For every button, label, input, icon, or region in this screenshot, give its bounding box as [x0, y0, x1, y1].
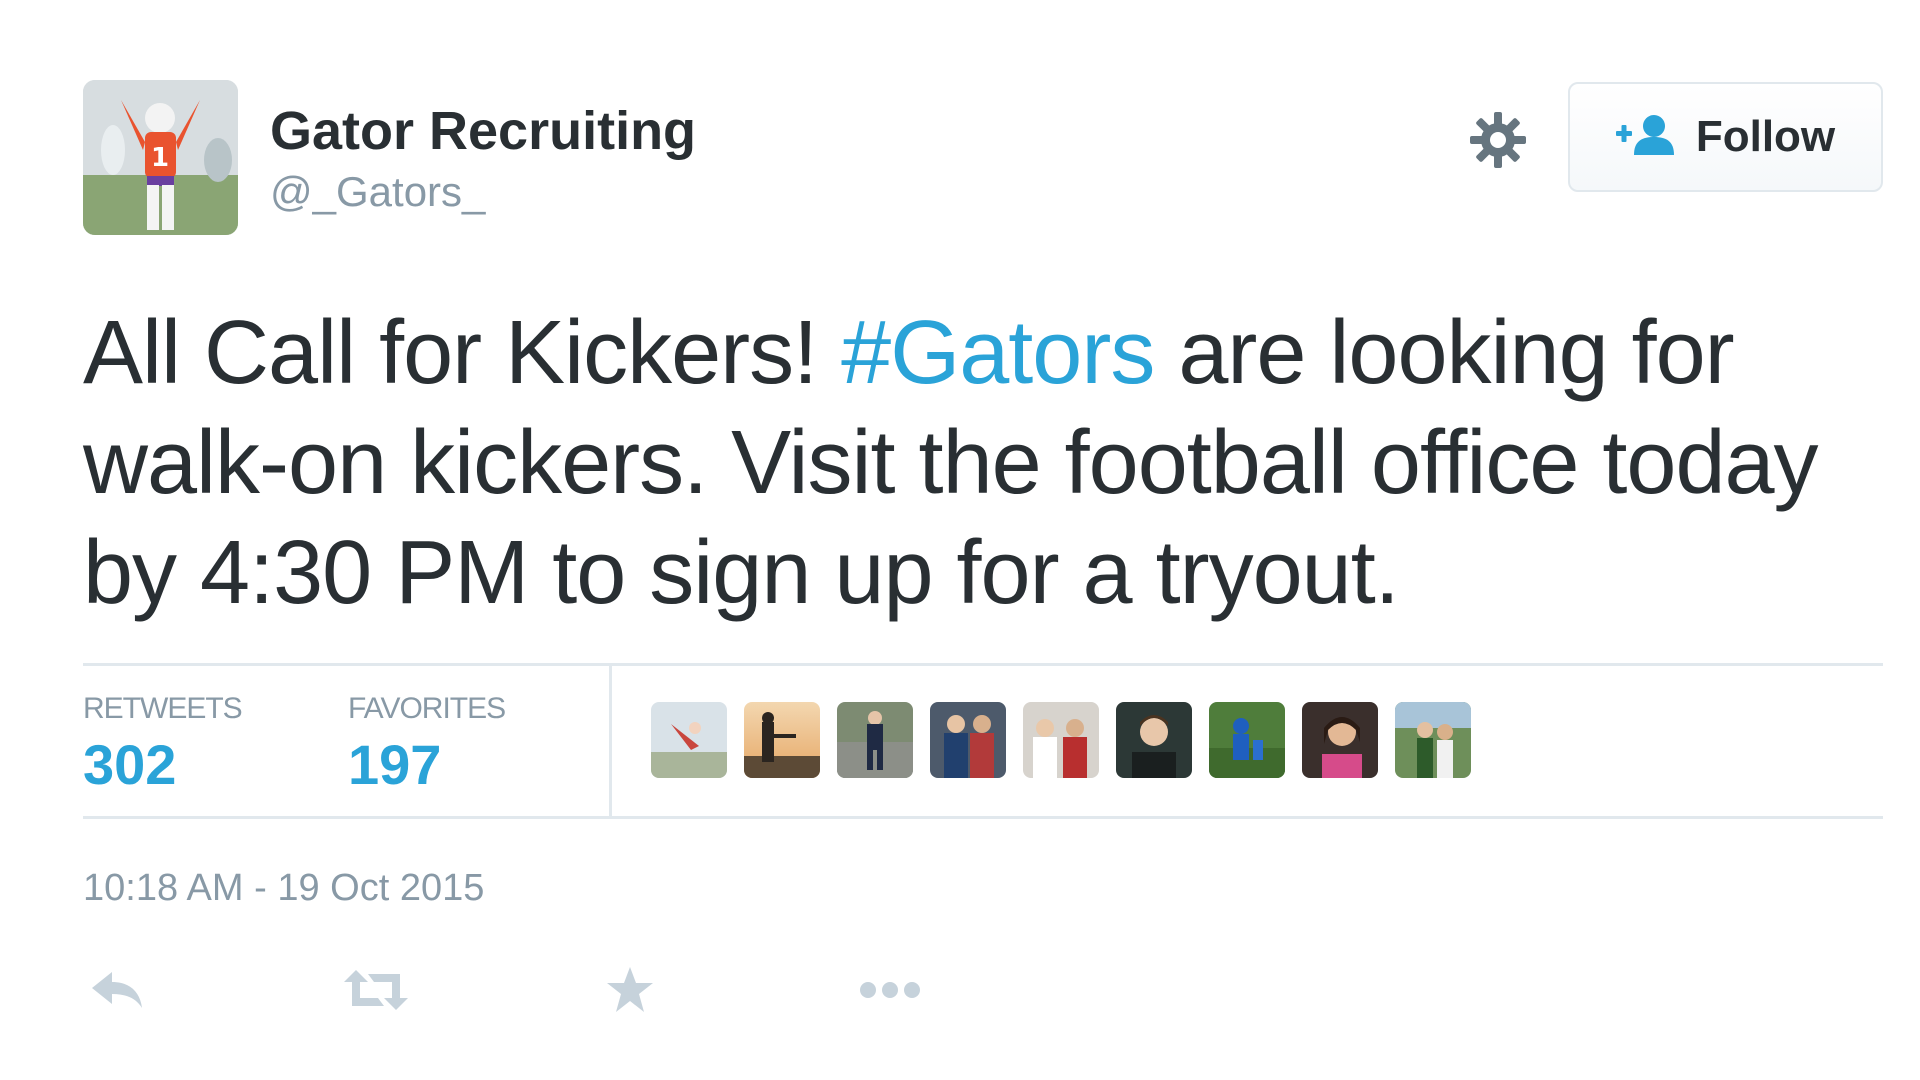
tweet-card: 1 Gator Recruiting @_Gators_ Follow All …: [83, 80, 1883, 1030]
gear-icon[interactable]: [1466, 108, 1530, 172]
favoriter-avatar[interactable]: [1302, 702, 1378, 778]
hashtag-link[interactable]: #Gators: [841, 303, 1155, 403]
more-icon[interactable]: [855, 960, 925, 1020]
favoriter-avatar[interactable]: [1395, 702, 1471, 778]
favorite-icon[interactable]: [595, 960, 665, 1020]
retweets-stat[interactable]: RETWEETS 302: [83, 692, 243, 797]
favoriter-avatar[interactable]: [1209, 702, 1285, 778]
favoriter-avatar[interactable]: [651, 702, 727, 778]
favoriter-avatar[interactable]: [1116, 702, 1192, 778]
favoriter-avatar[interactable]: [837, 702, 913, 778]
tweet-header: 1 Gator Recruiting @_Gators_ Follow: [83, 80, 1883, 238]
retweet-icon[interactable]: [341, 960, 411, 1020]
follow-button[interactable]: Follow: [1568, 82, 1883, 192]
tweet-text: All Call for Kickers! #Gators are lookin…: [83, 298, 1883, 628]
favoriter-avatar[interactable]: [930, 702, 1006, 778]
avatar-image: 1: [83, 80, 238, 235]
reply-icon[interactable]: [83, 960, 153, 1020]
avatar[interactable]: 1: [83, 80, 238, 235]
tweet-stats: RETWEETS 302 FAVORITES 197: [83, 663, 1883, 819]
favoriter-avatar[interactable]: [744, 702, 820, 778]
retweets-count: 302: [83, 733, 177, 796]
add-user-icon: [1615, 113, 1678, 162]
favoriter-avatar[interactable]: [1023, 702, 1099, 778]
tweet-timestamp[interactable]: 10:18 AM - 19 Oct 2015: [83, 867, 1883, 910]
favorites-count: 197: [348, 733, 442, 796]
user-full-name[interactable]: Gator Recruiting: [270, 101, 696, 161]
retweets-label: RETWEETS: [83, 692, 243, 725]
favorites-label: FAVORITES: [348, 692, 506, 725]
favorites-stat[interactable]: FAVORITES 197: [348, 692, 506, 797]
follow-button-label: Follow: [1695, 112, 1836, 161]
svg-text:1: 1: [151, 143, 169, 173]
stats-divider: [609, 666, 612, 816]
tweet-actions: [83, 960, 1883, 1030]
favorited-by-avatars: [651, 702, 1471, 778]
tweet-text-start: All Call for Kickers!: [83, 303, 842, 403]
user-handle[interactable]: @_Gators_: [270, 169, 696, 215]
user-names: Gator Recruiting @_Gators_: [270, 101, 696, 216]
